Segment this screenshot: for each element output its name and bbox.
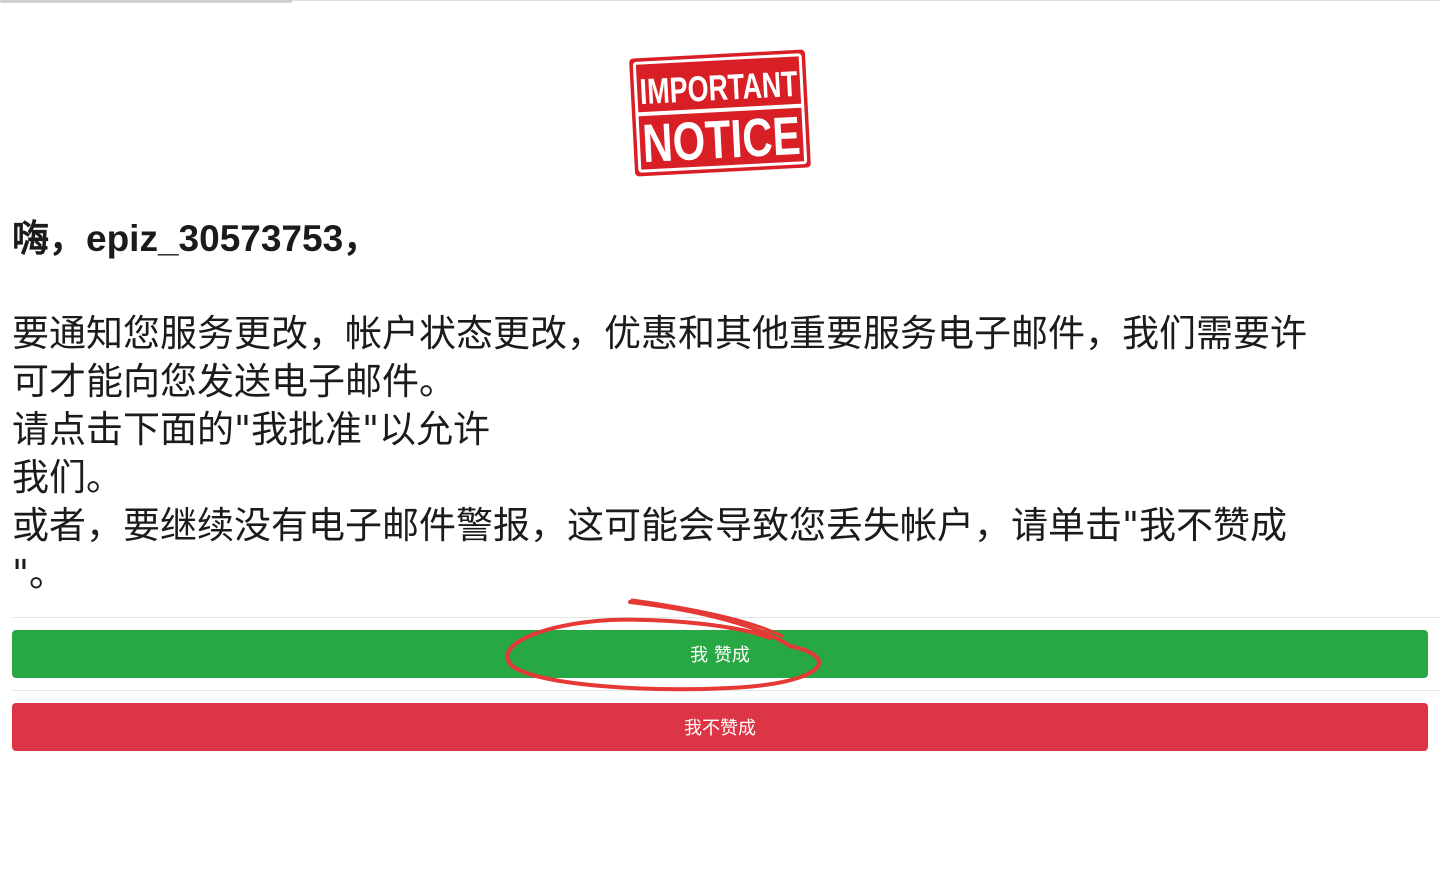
logo-line-1: IMPORTANT	[639, 63, 799, 112]
message-line: 请点击下面的"我批准"以允许	[12, 408, 491, 451]
greeting-text: 嗨，epiz_30573753，	[12, 218, 381, 259]
decline-button[interactable]: 我不赞成	[12, 703, 1428, 751]
message-line: 我们。	[12, 456, 123, 499]
page: IMPORTANT NOTICE 嗨，epiz_30573753， 要通知您服务…	[0, 0, 1440, 896]
message-line: 要通知您服务更改，帐户状态更改，优惠和其他重要服务电子邮件，我们需要许	[12, 312, 1307, 355]
important-notice-logo: IMPORTANT NOTICE	[629, 49, 811, 177]
message-line: 或者，要继续没有电子邮件警报，这可能会导致您丢失帐户，请单击"我不赞成	[12, 504, 1288, 547]
message-line: "。	[12, 552, 67, 595]
message-container: 嗨，epiz_30573753， 要通知您服务更改，帐户状态更改，优惠和其他重要…	[12, 212, 1428, 598]
message-line: 可才能向您发送电子邮件。	[12, 360, 456, 403]
divider	[12, 690, 1440, 691]
divider	[12, 617, 1440, 618]
approve-button[interactable]: 我 赞成	[12, 630, 1428, 678]
notice-message: 要通知您服务更改，帐户状态更改，优惠和其他重要服务电子邮件，我们需要许 可才能向…	[12, 310, 1428, 598]
logo-line-2: NOTICE	[641, 106, 802, 174]
top-tab-indicator	[0, 0, 292, 3]
